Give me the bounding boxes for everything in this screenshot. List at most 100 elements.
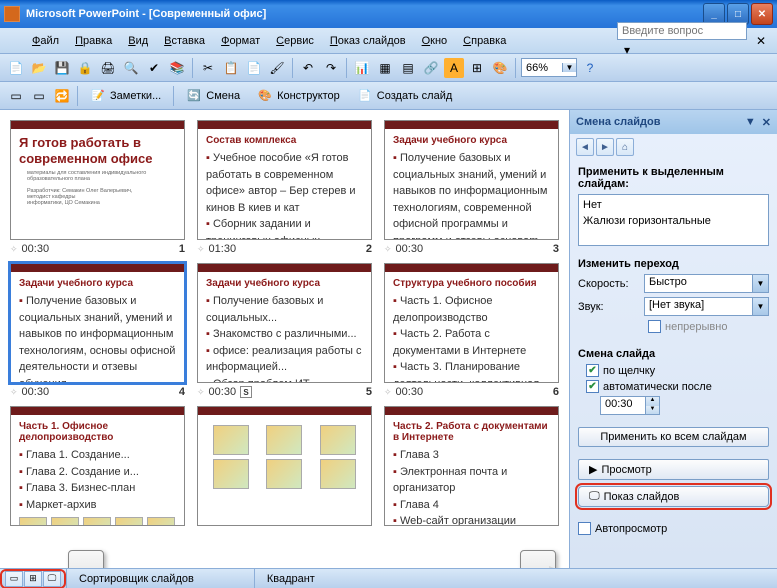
slide-cell[interactable]: Задачи учебного курсаПолучение базовых и…	[384, 120, 559, 255]
spin-down-icon[interactable]: ▼	[646, 406, 659, 415]
auto-time-spinner[interactable]: 00:30▲▼	[600, 396, 660, 415]
view-buttons: ▭ ⊞ 🖵	[2, 571, 64, 587]
close-button[interactable]: ✕	[751, 3, 773, 25]
transition-button[interactable]: 🔄Смена	[179, 85, 247, 107]
grid-icon[interactable]: ⊞	[467, 58, 487, 78]
redo-icon[interactable]: ↷	[321, 58, 341, 78]
transition-option[interactable]: Нет	[583, 197, 764, 213]
cut-icon[interactable]: ✂	[198, 58, 218, 78]
nav-back-icon[interactable]: ◄	[576, 138, 594, 156]
undo-icon[interactable]: ↶	[298, 58, 318, 78]
slide-number: 6	[553, 386, 559, 398]
auto-checkbox[interactable]: ✔	[586, 380, 599, 393]
spin-up-icon[interactable]: ▲	[646, 397, 659, 406]
open-icon[interactable]: 📂	[29, 58, 49, 78]
menu-справка[interactable]: Справка	[455, 32, 514, 50]
highlight-icon[interactable]: A	[444, 58, 464, 78]
permission-icon[interactable]: 🔒	[75, 58, 95, 78]
transition-option[interactable]: Жалюзи горизонтальные	[583, 213, 764, 229]
chart-icon[interactable]: 📊	[352, 58, 372, 78]
hyperlink-icon[interactable]: 🔗	[421, 58, 441, 78]
autopreview-checkbox[interactable]	[578, 522, 591, 535]
ask-input[interactable]	[617, 22, 747, 40]
speed-select[interactable]: Быстро▼	[644, 274, 769, 293]
apply-all-button[interactable]: Применить ко всем слайдам	[578, 427, 769, 447]
format-painter-icon[interactable]: 🖌	[267, 58, 287, 78]
slide-cell[interactable]: Задачи учебного курсаПолучение базовых и…	[197, 263, 372, 398]
statusbar: ▭ ⊞ 🖵 Сортировщик слайдов Квадрант	[0, 568, 777, 588]
slide-cell[interactable]: Задачи учебного курсаПолучение базовых и…	[10, 263, 185, 398]
preview-button[interactable]: ▶Просмотр	[578, 459, 769, 480]
ask-dropdown-icon[interactable]: ▾	[617, 40, 637, 60]
onclick-checkbox[interactable]: ✔	[586, 364, 599, 377]
slideshow-view-icon[interactable]: 🖵	[43, 571, 61, 587]
slide-cell[interactable]: Состав комплексаУчебное пособие «Я готов…	[197, 120, 372, 255]
menu-вид[interactable]: Вид	[120, 32, 156, 50]
menu-показ слайдов[interactable]: Показ слайдов	[322, 32, 414, 50]
doc-close-icon[interactable]: ✕	[751, 31, 771, 51]
zoom-control[interactable]: ▼	[521, 58, 577, 77]
normal-view-icon[interactable]: ▭	[5, 571, 23, 587]
slideshow-button[interactable]: 🖵Показ слайдов	[578, 486, 769, 507]
auto-time-value: 00:30	[601, 397, 645, 414]
slide-number: 4	[179, 386, 185, 398]
menu-окно[interactable]: Окно	[414, 32, 456, 50]
t2-icon3[interactable]: 🔁	[52, 86, 72, 106]
design-button[interactable]: 🎨Конструктор	[250, 85, 347, 107]
zoom-input[interactable]	[522, 62, 562, 74]
chevron-down-icon[interactable]: ▼	[752, 275, 768, 292]
chevron-down-icon[interactable]: ▼	[562, 63, 576, 72]
nav-home-icon[interactable]: ⌂	[616, 138, 634, 156]
taskpane-menu-icon[interactable]: ▼	[745, 116, 756, 128]
slide-thumbnail[interactable]	[197, 406, 372, 526]
slide-thumbnail[interactable]: Задачи учебного курсаПолучение базовых и…	[10, 263, 185, 383]
slide-cell[interactable]: Структура учебного пособияЧасть 1. Офисн…	[384, 263, 559, 398]
menu-правка[interactable]: Правка	[67, 32, 120, 50]
notes-button[interactable]: 📝Заметки...	[83, 85, 168, 107]
menu-формат[interactable]: Формат	[213, 32, 268, 50]
copy-icon[interactable]: 📋	[221, 58, 241, 78]
menu-файл[interactable]: Файл	[24, 32, 67, 50]
slide-thumbnail[interactable]: Задачи учебного курсаПолучение базовых и…	[384, 120, 559, 240]
slide-thumbnail[interactable]: Я готов работать в современном офисемате…	[10, 120, 185, 240]
table-icon[interactable]: ▦	[375, 58, 395, 78]
menu-сервис[interactable]: Сервис	[268, 32, 322, 50]
transition-indicator-icon: ✧	[197, 244, 205, 255]
slide-thumbnail[interactable]: Часть 1. Офисное делопроизводствоГлава 1…	[10, 406, 185, 526]
new-icon[interactable]: 📄	[6, 58, 26, 78]
research-icon[interactable]: 📚	[167, 58, 187, 78]
autopreview-label: Автопросмотр	[595, 523, 667, 535]
slide-cell[interactable]: Я готов работать в современном офисемате…	[10, 120, 185, 255]
chevron-down-icon[interactable]: ▼	[752, 298, 768, 315]
preview-icon[interactable]: 🔍	[121, 58, 141, 78]
spell-icon[interactable]: ✔	[144, 58, 164, 78]
slide-thumbnail[interactable]: Структура учебного пособияЧасть 1. Офисн…	[384, 263, 559, 383]
app-icon	[4, 6, 20, 22]
slide-thumbnail[interactable]: Задачи учебного курсаПолучение базовых и…	[197, 263, 372, 383]
new-slide-button[interactable]: 📄Создать слайд	[350, 85, 459, 107]
onclick-label: по щелчку	[603, 365, 655, 377]
slide-cell[interactable]: Часть 1. Офисное делопроизводствоГлава 1…	[10, 406, 185, 526]
t2-icon2[interactable]: ▭	[29, 86, 49, 106]
print-icon[interactable]: 🖨	[98, 58, 118, 78]
slide-time: 00:30	[22, 243, 50, 255]
slide-thumbnail[interactable]: Часть 2. Работа с документами в Интернет…	[384, 406, 559, 526]
taskpane-close-icon[interactable]: ✕	[762, 116, 771, 129]
sound-select[interactable]: [Нет звука]▼	[644, 297, 769, 316]
paste-icon[interactable]: 📄	[244, 58, 264, 78]
help-icon[interactable]: ?	[580, 58, 600, 78]
nav-fwd-icon[interactable]: ►	[596, 138, 614, 156]
menu-вставка[interactable]: Вставка	[156, 32, 213, 50]
sorter-view-icon[interactable]: ⊞	[24, 571, 42, 587]
tables-borders-icon[interactable]: ▤	[398, 58, 418, 78]
color-icon[interactable]: 🎨	[490, 58, 510, 78]
slide-cell[interactable]: Часть 2. Работа с документами в Интернет…	[384, 406, 559, 526]
slide-cell[interactable]	[197, 406, 372, 526]
save-icon[interactable]: 💾	[52, 58, 72, 78]
slide-thumbnail[interactable]: Состав комплексаУчебное пособие «Я готов…	[197, 120, 372, 240]
transition-list[interactable]: Нет Жалюзи горизонтальные	[578, 194, 769, 246]
slide-sorter-view[interactable]: Я готов работать в современном офисемате…	[0, 110, 569, 568]
loop-checkbox[interactable]	[648, 320, 661, 333]
slideshow-label: Показ слайдов	[604, 491, 680, 503]
t2-icon1[interactable]: ▭	[6, 86, 26, 106]
